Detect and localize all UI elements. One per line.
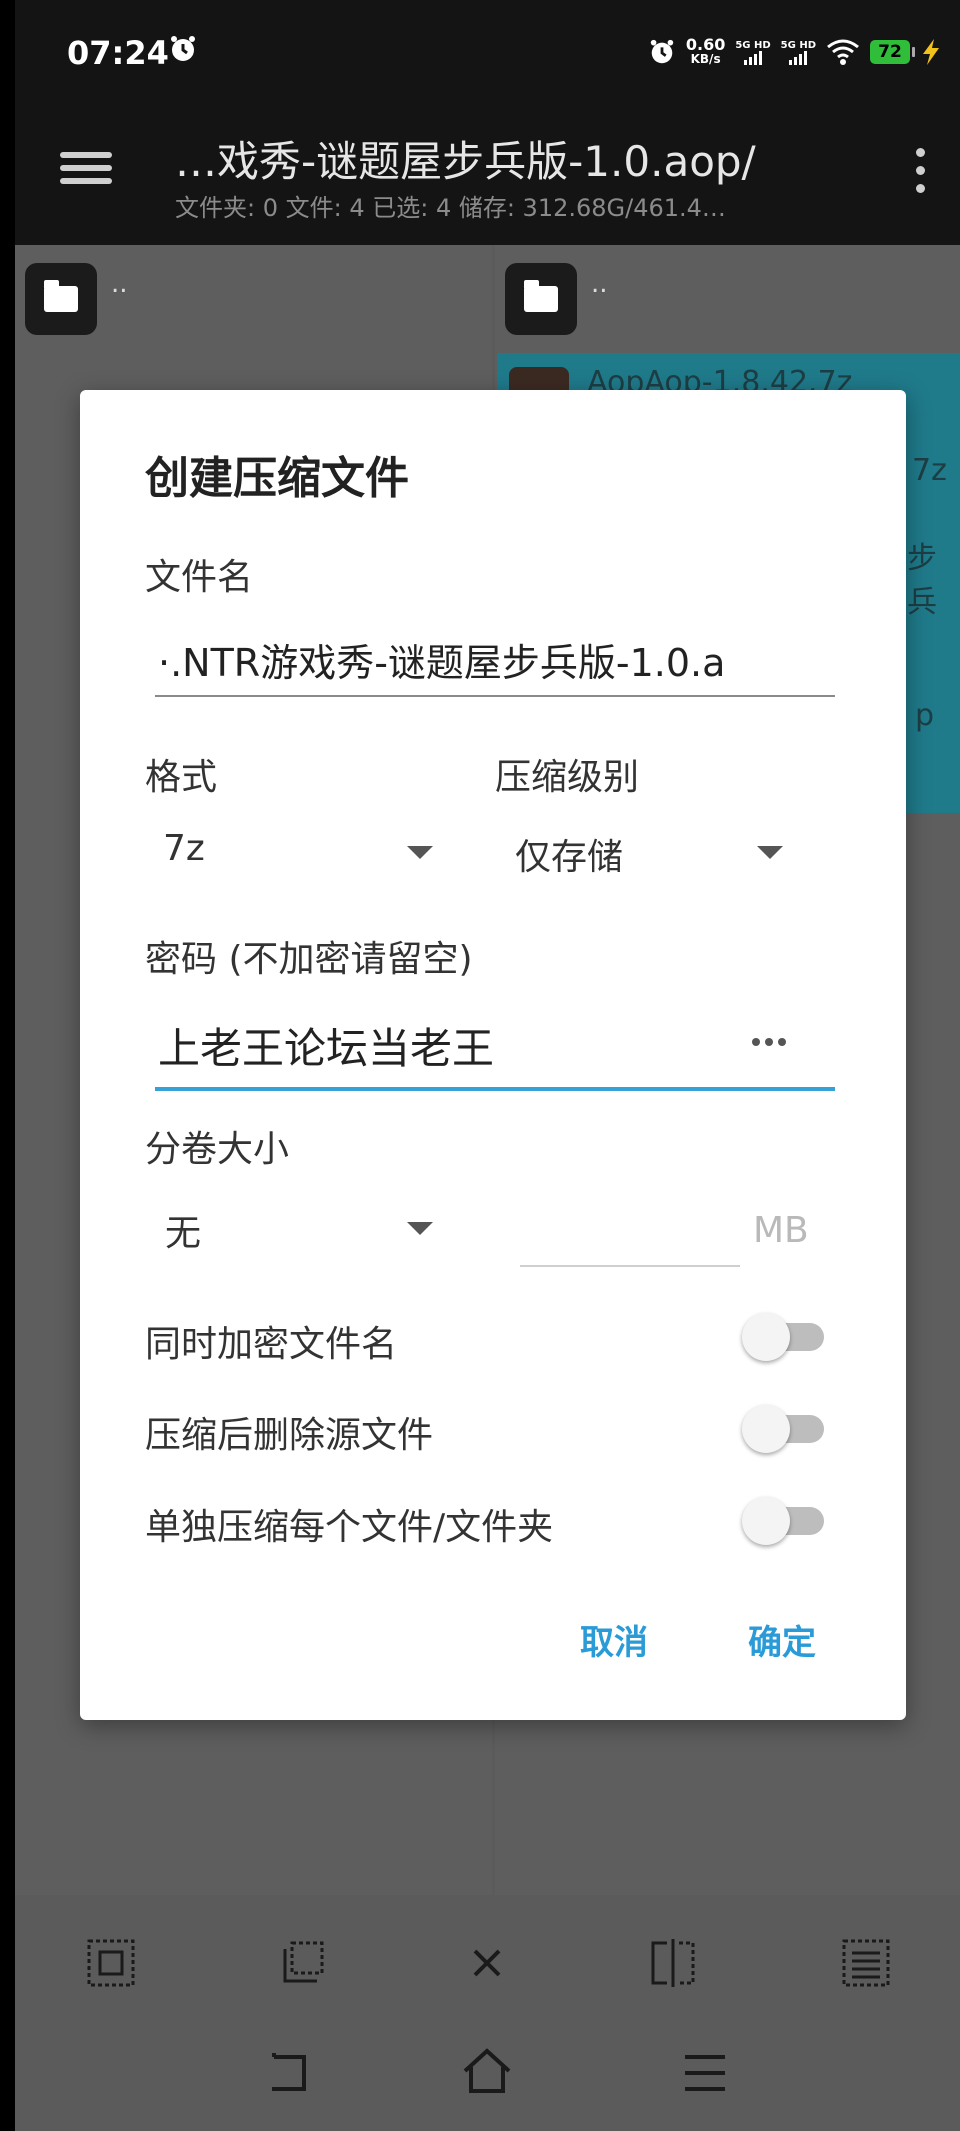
alarm-icon	[650, 39, 674, 64]
dialog-title: 创建压缩文件	[145, 453, 409, 504]
recents-icon[interactable]	[675, 2043, 735, 2103]
status-bar: 07:24 0.60 KB/s 5G HD 5G HD 72	[15, 0, 960, 100]
wifi-icon	[827, 39, 859, 65]
network-speed-unit: KB/s	[690, 52, 721, 66]
file-name: p	[915, 698, 935, 733]
cancel-button[interactable]: 取消	[580, 1615, 648, 1664]
status-icons: 0.60 KB/s 5G HD 5G HD 72	[648, 32, 942, 72]
parent-folder-label: ..	[111, 269, 128, 299]
password-label: 密码 (不加密请留空)	[145, 939, 473, 980]
select-range-icon[interactable]	[275, 1937, 327, 1989]
password-underline	[155, 1087, 835, 1091]
more-vert-icon	[916, 148, 925, 157]
format-select[interactable]: 7z	[145, 820, 455, 890]
compress-separately-label: 单独压缩每个文件/文件夹	[145, 1507, 554, 1548]
battery-icon: 72	[870, 40, 915, 64]
chevron-down-icon	[757, 846, 783, 859]
filename-input[interactable]: ·.NTR游戏秀-谜题屋步兵版-1.0.a	[158, 632, 836, 687]
battery-level: 72	[878, 42, 902, 62]
encrypt-filenames-label: 同时加密文件名	[145, 1324, 398, 1365]
delete-source-toggle[interactable]	[742, 1402, 830, 1453]
split-size-underline	[520, 1265, 740, 1267]
compress-separately-toggle[interactable]	[742, 1494, 830, 1545]
status-time: 07:24	[67, 34, 169, 72]
password-toggle-button[interactable]	[752, 1038, 786, 1046]
menu-button[interactable]	[60, 145, 116, 201]
parent-folder-row[interactable]: ..	[505, 263, 608, 335]
list-icon[interactable]	[840, 1937, 892, 1989]
invert-selection-icon[interactable]	[647, 1937, 699, 1989]
app-subtitle: 文件夹: 0 文件: 4 已选: 4 储存: 312.68G/461.4…	[175, 194, 726, 222]
more-options-button[interactable]	[916, 148, 930, 202]
sim1-label: 5G HD	[735, 39, 771, 51]
hamburger-icon	[60, 152, 112, 158]
password-input[interactable]: 上老王论坛当老王	[158, 1015, 494, 1076]
file-name: 7z	[912, 453, 947, 488]
split-size-select[interactable]: 无	[145, 1190, 455, 1260]
sim2-label: 5G HD	[780, 39, 816, 51]
filename-underline	[155, 695, 835, 697]
split-size-label: 分卷大小	[145, 1129, 290, 1170]
select-all-icon[interactable]	[85, 1937, 137, 1989]
folder-icon	[25, 263, 97, 335]
level-select[interactable]: 仅存储	[495, 820, 825, 890]
folder-icon	[505, 263, 577, 335]
sim2-signal: 5G HD	[781, 40, 816, 65]
create-archive-dialog: 创建压缩文件 文件名 ·.NTR游戏秀-谜题屋步兵版-1.0.a 格式 压缩级别…	[80, 390, 906, 1720]
parent-folder-label: ..	[591, 269, 608, 299]
charging-icon	[923, 39, 939, 65]
split-size-value: 无	[165, 1213, 202, 1254]
bottom-toolbar	[15, 1895, 960, 2025]
level-value: 仅存储	[515, 837, 624, 878]
delete-source-label: 压缩后删除源文件	[145, 1415, 434, 1456]
app-bar: …戏秀-谜题屋步兵版-1.0.aop/ 文件夹: 0 文件: 4 已选: 4 储…	[15, 100, 960, 245]
level-label: 压缩级别	[495, 757, 640, 798]
alarm-icon	[171, 36, 195, 61]
system-nav-bar	[15, 2025, 960, 2131]
split-size-unit: MB	[753, 1210, 809, 1251]
app-title: …戏秀-谜题屋步兵版-1.0.aop/	[175, 137, 756, 186]
format-label: 格式	[145, 757, 218, 798]
clear-selection-icon[interactable]	[461, 1937, 513, 1989]
more-horiz-icon	[752, 1038, 760, 1046]
encrypt-filenames-toggle[interactable]	[742, 1310, 830, 1361]
chevron-down-icon	[407, 1222, 433, 1235]
filename-label: 文件名	[145, 557, 254, 598]
network-speed: 0.60 KB/s	[686, 37, 725, 67]
screen: 07:24 0.60 KB/s 5G HD 5G HD 72 …戏秀-谜题屋步兵…	[15, 0, 960, 2131]
sim1-signal: 5G HD	[735, 39, 771, 65]
parent-folder-row[interactable]: ..	[25, 263, 128, 335]
signal-bars-icon	[789, 50, 808, 65]
split-size-input[interactable]	[520, 1200, 740, 1260]
network-speed-value: 0.60	[685, 35, 726, 54]
back-icon[interactable]	[260, 2043, 320, 2103]
chevron-down-icon	[407, 846, 433, 859]
format-value: 7z	[163, 828, 205, 869]
file-name: 步兵	[907, 541, 937, 620]
signal-bars-icon	[744, 50, 762, 65]
ok-button[interactable]: 确定	[748, 1615, 816, 1664]
home-icon[interactable]	[457, 2043, 517, 2103]
